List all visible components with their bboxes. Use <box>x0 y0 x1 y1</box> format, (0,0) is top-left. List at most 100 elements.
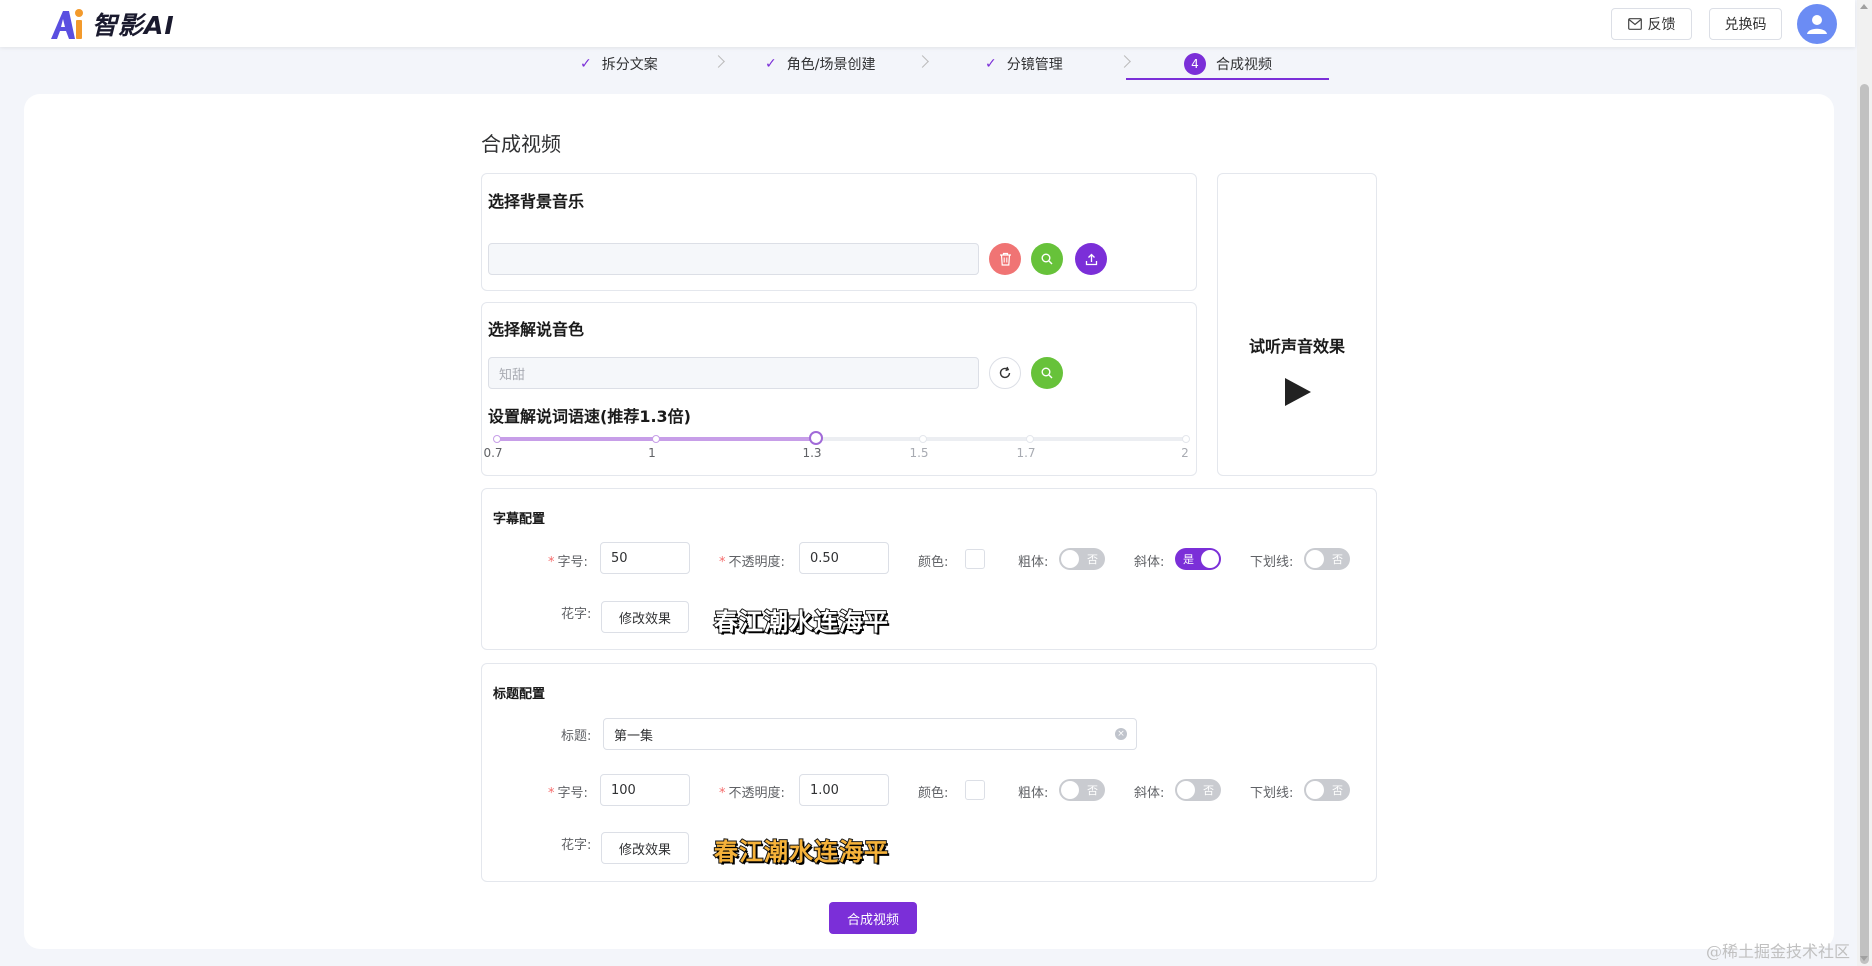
slider-mark: 1.3 <box>802 446 822 460</box>
chevron-right-icon <box>1118 55 1131 68</box>
title-size-input[interactable]: 100 <box>600 774 690 806</box>
title-italic-toggle[interactable]: 否 <box>1175 779 1221 801</box>
step-compose-video[interactable]: 4 合成视频 <box>1184 47 1272 80</box>
step-split-script[interactable]: ✓ 拆分文案 <box>580 47 658 80</box>
subtitle-italic-toggle[interactable]: 是 <box>1175 548 1221 570</box>
subtitle-modify-effect-button[interactable]: 修改效果 <box>601 601 689 633</box>
search-icon <box>1041 367 1053 379</box>
step-character-scene[interactable]: ✓ 角色/场景创建 <box>765 47 875 80</box>
title-color-label: 颜色: <box>918 786 949 801</box>
trash-icon <box>999 252 1011 266</box>
top-header: 智影AI 反馈 兑换码 <box>0 0 1855 47</box>
slider-stop <box>652 435 660 443</box>
delete-music-button[interactable] <box>989 243 1021 275</box>
title-size-label: * 字号: <box>548 786 588 801</box>
title-bold-label: 粗体: <box>1018 786 1049 801</box>
slider-mark: 0.7 <box>483 446 503 460</box>
user-icon <box>1807 15 1827 34</box>
mail-icon <box>1627 18 1642 30</box>
check-icon: ✓ <box>765 55 777 72</box>
check-icon: ✓ <box>580 55 592 72</box>
subtitle-opacity-input[interactable]: 0.50 <box>799 542 889 574</box>
preview-panel <box>1217 173 1377 476</box>
subtitle-color-label: 颜色: <box>918 555 949 570</box>
scroll-down-icon[interactable] <box>1860 956 1868 961</box>
compose-video-button[interactable]: 合成视频 <box>829 902 917 934</box>
app-name: 智影AI <box>92 11 175 40</box>
search-voice-button[interactable] <box>1031 357 1063 389</box>
subtitle-underline-toggle[interactable]: 否 <box>1304 548 1350 570</box>
slider-mark: 1.7 <box>1016 446 1036 460</box>
title-text-label: 标题: <box>561 729 592 744</box>
scroll-thumb[interactable] <box>1860 84 1869 964</box>
search-music-button[interactable] <box>1031 243 1063 275</box>
slider-mark: 2 <box>1181 446 1189 460</box>
slider-handle[interactable] <box>809 431 823 445</box>
subtitle-bold-toggle[interactable]: 否 <box>1059 548 1105 570</box>
search-icon <box>1041 253 1053 265</box>
play-icon <box>1285 378 1311 406</box>
step-label: 分镜管理 <box>1006 56 1063 73</box>
title-text-input[interactable]: 第一集 × <box>603 718 1137 750</box>
clear-icon[interactable]: × <box>1115 728 1127 740</box>
title-italic-label: 斜体: <box>1134 786 1165 801</box>
speed-title: 设置解说词语速(推荐1.3倍) <box>488 407 691 426</box>
voice-panel <box>481 302 1197 476</box>
title-fancy-label: 花字: <box>561 838 592 853</box>
redeem-label: 兑换码 <box>1724 17 1767 33</box>
slider-stop <box>1182 435 1190 443</box>
slider-mark: 1.5 <box>909 446 929 460</box>
title-color-picker[interactable] <box>965 780 985 800</box>
step-number: 4 <box>1184 52 1206 75</box>
step-label: 角色/场景创建 <box>786 56 876 73</box>
page-title: 合成视频 <box>481 132 561 156</box>
subtitle-italic-label: 斜体: <box>1134 555 1165 570</box>
title-config-title: 标题配置 <box>493 687 546 702</box>
page-scrollbar[interactable] <box>1857 0 1872 966</box>
speed-slider[interactable] <box>493 431 1190 445</box>
active-step-indicator <box>1126 78 1329 80</box>
refresh-voice-button[interactable] <box>989 357 1021 389</box>
music-input[interactable] <box>488 243 979 275</box>
subtitle-size-input[interactable]: 50 <box>600 542 690 574</box>
slider-mark: 1 <box>648 446 656 460</box>
voice-select[interactable]: 知甜 <box>488 357 979 389</box>
voice-placeholder: 知甜 <box>499 367 526 383</box>
title-underline-toggle[interactable]: 否 <box>1304 779 1350 801</box>
refresh-icon <box>999 366 1011 379</box>
check-icon: ✓ <box>985 55 997 72</box>
title-bold-toggle[interactable]: 否 <box>1059 779 1105 801</box>
upload-icon <box>1085 253 1097 265</box>
chevron-right-icon <box>712 55 725 68</box>
play-button[interactable] <box>1285 378 1311 410</box>
step-storyboard[interactable]: ✓ 分镜管理 <box>985 47 1063 80</box>
subtitle-underline-label: 下划线: <box>1250 555 1294 570</box>
redeem-code-button[interactable]: 兑换码 <box>1709 8 1782 40</box>
slider-stop <box>493 435 501 443</box>
title-opacity-input[interactable]: 1.00 <box>799 774 889 806</box>
feedback-button[interactable]: 反馈 <box>1611 8 1692 40</box>
subtitle-bold-label: 粗体: <box>1018 555 1049 570</box>
chevron-right-icon <box>916 55 929 68</box>
subtitle-size-label: * 字号: <box>548 555 588 570</box>
title-opacity-label: * 不透明度: <box>719 786 785 801</box>
user-avatar[interactable] <box>1797 4 1837 44</box>
ai-logo-icon <box>48 7 88 41</box>
slider-stop <box>1026 435 1034 443</box>
music-title: 选择背景音乐 <box>488 192 585 211</box>
slider-stop <box>919 435 927 443</box>
subtitle-color-picker[interactable] <box>965 549 985 569</box>
upload-music-button[interactable] <box>1075 243 1107 275</box>
subtitle-fancy-preview: 春江潮水连海平 <box>713 607 889 637</box>
subtitle-opacity-label: * 不透明度: <box>719 555 785 570</box>
title-underline-label: 下划线: <box>1250 786 1294 801</box>
feedback-label: 反馈 <box>1647 17 1676 33</box>
preview-title: 试听声音效果 <box>1248 337 1345 356</box>
title-modify-effect-button[interactable]: 修改效果 <box>601 832 689 864</box>
watermark: @稀土掘金技术社区 <box>1706 942 1851 961</box>
subtitle-fancy-label: 花字: <box>561 607 592 622</box>
voice-title: 选择解说音色 <box>488 320 585 339</box>
app-logo[interactable]: 智影AI <box>48 7 175 41</box>
subtitle-config-title: 字幕配置 <box>493 512 546 527</box>
scroll-up-icon[interactable] <box>1860 4 1868 9</box>
